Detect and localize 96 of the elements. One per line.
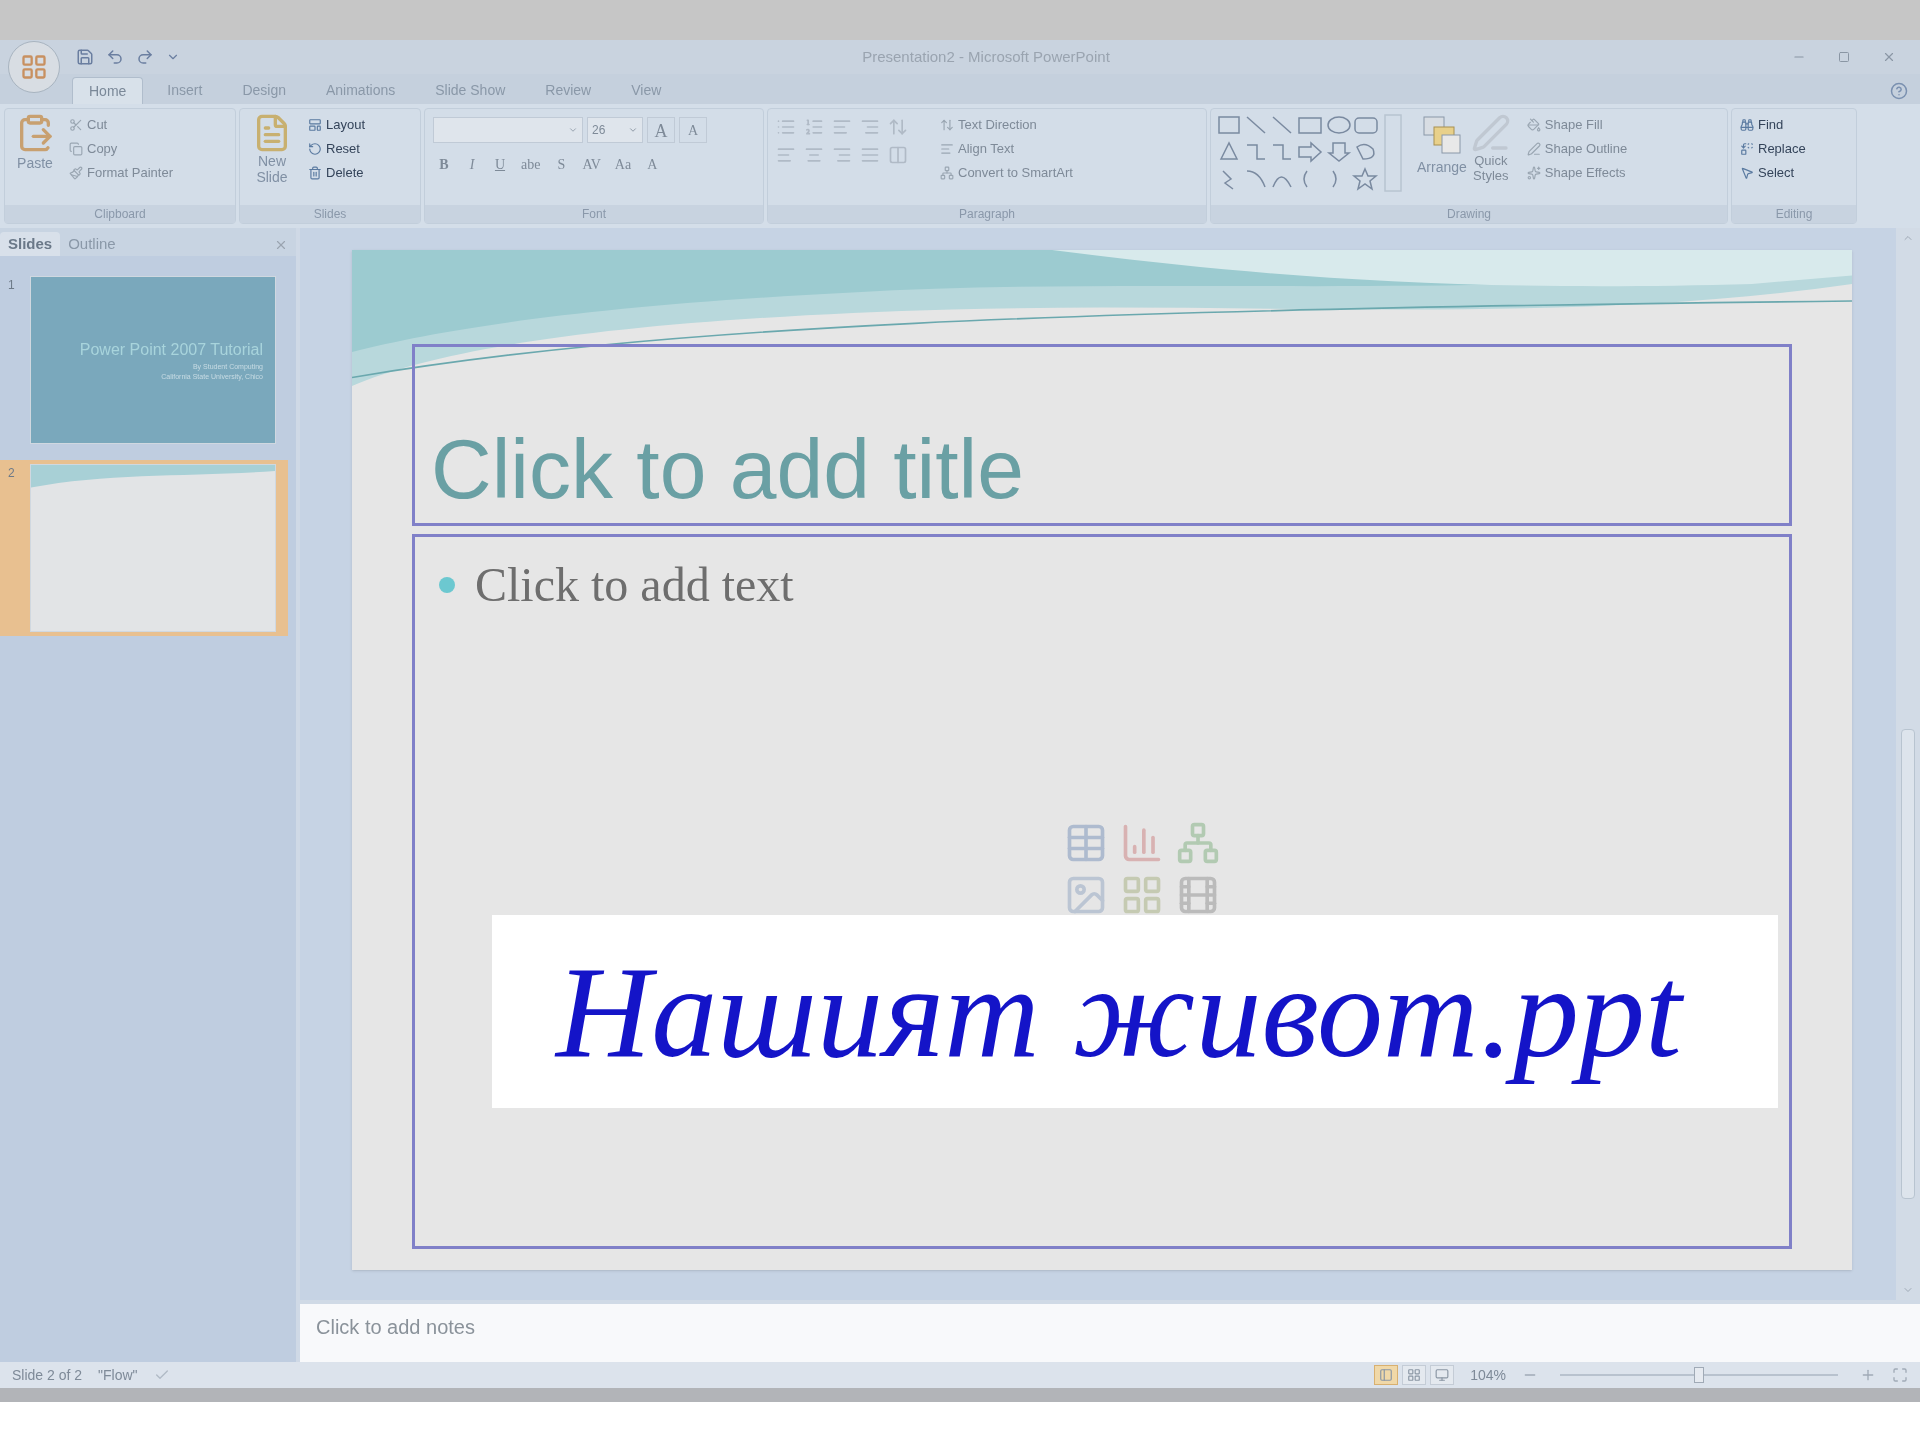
outline-icon bbox=[1526, 142, 1541, 156]
shapes-gallery-drawing[interactable] bbox=[1215, 113, 1405, 193]
ribbon-button[interactable]: Delete bbox=[304, 161, 370, 185]
help-icon[interactable] bbox=[1890, 82, 1908, 100]
handwritten-caption: Нашият живот.ppt bbox=[492, 915, 1778, 1108]
slide-number: 2 bbox=[8, 465, 16, 482]
font-name-field[interactable] bbox=[433, 117, 583, 143]
undo-icon[interactable] bbox=[106, 48, 124, 66]
zoom-level: 104% bbox=[1470, 1365, 1506, 1385]
dropdown-icon[interactable] bbox=[628, 125, 638, 135]
group-label: Slides bbox=[313, 206, 347, 223]
redo-icon[interactable] bbox=[136, 48, 154, 66]
font-format-button[interactable]: abe bbox=[517, 151, 545, 177]
font-format-button[interactable]: I bbox=[461, 151, 483, 177]
theme-name: "Flow" bbox=[98, 1365, 138, 1385]
numbering-icon[interactable] bbox=[804, 117, 824, 137]
reset-icon bbox=[308, 142, 322, 156]
effects-icon bbox=[1526, 166, 1541, 180]
direction-icon bbox=[940, 118, 954, 132]
layout-icon bbox=[308, 118, 322, 132]
justify-icon[interactable] bbox=[860, 145, 880, 165]
close-icon[interactable] bbox=[274, 238, 288, 252]
fit-window-icon[interactable] bbox=[1892, 1367, 1908, 1383]
fill-icon bbox=[1526, 118, 1541, 132]
font-format-button[interactable]: B bbox=[433, 151, 455, 177]
normal-view-icon bbox=[1379, 1368, 1394, 1382]
sorter-view-icon bbox=[1407, 1368, 1422, 1382]
replace-icon bbox=[1740, 142, 1754, 156]
title-placeholder[interactable]: Click to add title bbox=[412, 344, 1792, 526]
shrink-font-button[interactable]: A bbox=[679, 117, 707, 143]
columns-icon[interactable] bbox=[888, 145, 908, 165]
group-label: Drawing bbox=[1447, 206, 1491, 223]
ribbon-tab[interactable]: Insert bbox=[151, 77, 219, 104]
font-format-button[interactable]: A bbox=[641, 151, 664, 177]
maximize-icon[interactable] bbox=[1838, 51, 1850, 63]
paste-button[interactable]: Paste bbox=[9, 113, 61, 174]
ribbon-tab[interactable]: Review bbox=[529, 77, 608, 104]
ribbon-tab[interactable]: Home bbox=[72, 77, 144, 104]
ribbon-button[interactable]: Replace bbox=[1736, 137, 1810, 161]
grow-font-button[interactable]: A bbox=[647, 117, 675, 143]
font-format-button[interactable]: Aa bbox=[610, 151, 636, 177]
save-icon[interactable] bbox=[76, 48, 94, 66]
quick-styles-button[interactable]: Quick Styles bbox=[1470, 113, 1511, 183]
ribbon-tab[interactable]: Design bbox=[226, 77, 302, 104]
arrange-button[interactable]: Arrange bbox=[1417, 113, 1467, 178]
ribbon-button[interactable]: Select bbox=[1736, 161, 1810, 185]
align-center-icon[interactable] bbox=[804, 145, 824, 165]
dropdown-icon[interactable] bbox=[568, 125, 578, 135]
new-slide-button[interactable]: New Slide bbox=[244, 113, 300, 185]
painter-icon bbox=[69, 166, 83, 180]
find-icon bbox=[1740, 118, 1754, 132]
copy-icon bbox=[69, 142, 83, 156]
body-placeholder-text: Click to add text bbox=[475, 557, 794, 613]
delete-icon bbox=[308, 166, 322, 180]
font-size-field[interactable]: 26 bbox=[587, 117, 643, 143]
zoom-thumb[interactable] bbox=[1694, 1367, 1704, 1383]
group-label: Editing bbox=[1775, 206, 1813, 223]
cut-icon bbox=[69, 118, 83, 132]
align-left-icon[interactable] bbox=[776, 145, 796, 165]
group-label: Paragraph bbox=[958, 206, 1015, 223]
font-format-button[interactable]: AV bbox=[578, 151, 605, 177]
bullet-icon bbox=[439, 577, 455, 593]
ribbon-button[interactable]: Layout bbox=[304, 113, 370, 137]
close-icon[interactable] bbox=[1882, 50, 1896, 64]
ribbon-tab[interactable]: View bbox=[615, 77, 678, 104]
bullets-icon[interactable] bbox=[776, 117, 796, 137]
group-label: Clipboard bbox=[94, 206, 146, 223]
line-spacing-icon[interactable] bbox=[888, 117, 908, 137]
font-size-value: 26 bbox=[592, 122, 606, 139]
ribbon-button[interactable]: Find bbox=[1736, 113, 1810, 137]
font-format-button[interactable]: S bbox=[550, 151, 573, 177]
view-button[interactable] bbox=[1430, 1365, 1455, 1385]
ribbon-tab[interactable]: Animations bbox=[309, 77, 412, 104]
slide-number: 1 bbox=[8, 277, 16, 294]
title-placeholder-text: Click to add title bbox=[431, 427, 1024, 518]
pane-tab[interactable]: Slides bbox=[0, 232, 61, 256]
align-right-icon[interactable] bbox=[832, 145, 852, 165]
office-button[interactable] bbox=[8, 41, 60, 93]
increase-indent-icon[interactable] bbox=[860, 117, 880, 137]
ribbon-button[interactable]: Reset bbox=[304, 137, 370, 161]
zoom-in-icon[interactable] bbox=[1860, 1367, 1876, 1383]
notes-field[interactable]: Click to add notes bbox=[300, 1300, 1920, 1362]
align-icon bbox=[940, 142, 954, 156]
decrease-indent-icon[interactable] bbox=[832, 117, 852, 137]
show-view-icon bbox=[1435, 1368, 1450, 1382]
slide-count: Slide 2 of 2 bbox=[12, 1365, 83, 1385]
smartart-icon bbox=[940, 166, 954, 180]
ribbon-tab[interactable]: Slide Show bbox=[419, 77, 522, 104]
pane-tab[interactable]: Outline bbox=[60, 232, 124, 256]
view-button[interactable] bbox=[1402, 1365, 1427, 1385]
slide-thumbnail-row[interactable]: 2 bbox=[0, 460, 288, 636]
font-format-button[interactable]: U bbox=[489, 151, 511, 177]
scroll-thumb[interactable] bbox=[1901, 729, 1915, 1199]
view-button[interactable] bbox=[1374, 1365, 1399, 1385]
group-label: Font bbox=[582, 206, 606, 223]
select-icon bbox=[1740, 166, 1754, 180]
